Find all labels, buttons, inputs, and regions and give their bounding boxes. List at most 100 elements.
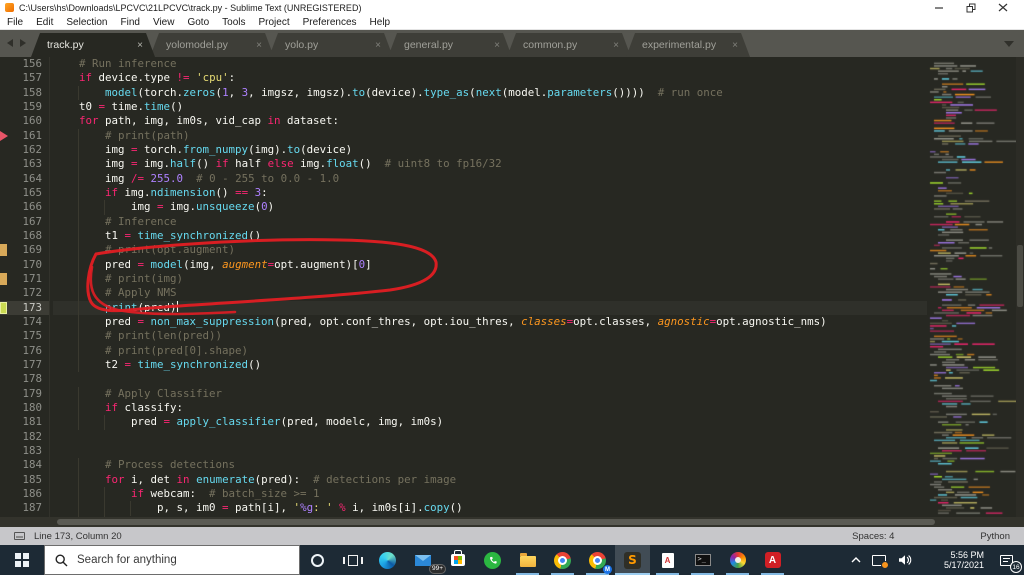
line-number-164[interactable]: 164 [0,172,49,186]
taskbar-chrome-button[interactable] [545,545,580,575]
line-number-176[interactable]: 176 [0,344,49,358]
tab-common-py[interactable]: common.py × [507,33,631,57]
minimap[interactable] [927,57,1016,517]
line-number-169[interactable]: 169 [0,243,49,257]
tab-overflow-dropdown-icon[interactable] [1004,41,1014,47]
tray-show-hidden-icons[interactable] [846,545,866,575]
code-area[interactable]: # Run inference if device.type != 'cpu': m… [51,57,927,517]
code-line-181[interactable]: pred = apply_classifier(pred, modelc, im… [53,415,927,430]
code-line-161[interactable]: # print(path) [53,128,927,143]
close-button[interactable] [987,0,1019,15]
menu-selection[interactable]: Selection [66,17,107,28]
vintage-mode-icon[interactable] [14,532,25,540]
line-number-157[interactable]: 157 [0,71,49,85]
line-number-184[interactable]: 184 [0,458,49,472]
vertical-scrollbar-thumb[interactable] [1017,245,1023,307]
code-line-158[interactable]: model(torch.zeros(1, 3, imgsz, imgsz).to… [53,85,927,100]
code-line-178[interactable] [53,372,927,386]
tab-close-icon[interactable]: × [250,40,262,51]
line-number-160[interactable]: 160 [0,114,49,128]
line-number-170[interactable]: 170 [0,258,49,272]
taskbar-document-viewer-button[interactable]: A [650,545,685,575]
line-number-174[interactable]: 174 [0,315,49,329]
line-number-179[interactable]: 179 [0,387,49,401]
line-number-183[interactable]: 183 [0,444,49,458]
tab-track-py[interactable]: track.py × [31,33,155,57]
vertical-scrollbar[interactable] [1016,57,1024,517]
code-line-174[interactable]: pred = non_max_suppression(pred, opt.con… [53,314,927,330]
code-line-172[interactable]: # Apply NMS [53,286,927,301]
taskbar-mail-button[interactable]: 99+ [405,545,446,575]
menu-find[interactable]: Find [121,17,140,28]
code-line-184[interactable]: # Process detections [53,458,927,473]
line-number-185[interactable]: 185 [0,473,49,487]
line-number-187[interactable]: 187 [0,501,49,515]
code-line-180[interactable]: if classify: [53,400,927,416]
taskbar-paint-button[interactable] [720,545,755,575]
line-number-182[interactable]: 182 [0,430,49,444]
code-line-185[interactable]: for i, det in enumerate(pred): # detecti… [53,472,927,487]
line-number-171[interactable]: 171 [0,272,49,286]
taskbar-sublime-text-button[interactable]: S [615,545,650,575]
code-line-171[interactable]: # print(img) [53,271,927,287]
code-line-170[interactable]: pred = model(img, augment=opt.augment)[0… [53,257,927,272]
line-number-165[interactable]: 165 [0,186,49,200]
taskbar-acrobat-button[interactable]: A [755,545,790,575]
tab-general-py[interactable]: general.py × [388,33,512,57]
line-number-168[interactable]: 168 [0,229,49,243]
taskbar-file-explorer-button[interactable] [510,545,545,575]
restore-button[interactable] [955,0,987,15]
cursor-position-label[interactable]: Line 173, Column 20 [34,531,122,542]
line-number-180[interactable]: 180 [0,401,49,415]
taskbar-whatsapp-button[interactable] [475,545,510,575]
menu-view[interactable]: View [153,17,175,28]
menu-goto[interactable]: Goto [187,17,209,28]
line-number-158[interactable]: 158 [0,86,49,100]
tab-close-icon[interactable]: × [131,40,143,51]
line-number-175[interactable]: 175 [0,329,49,343]
tray-clock[interactable]: 5:56 PM 5/17/2021 [918,545,988,575]
code-line-167[interactable]: # Inference [53,214,927,229]
line-number-177[interactable]: 177 [0,358,49,372]
indentation-setting[interactable]: Spaces: 4 [852,531,894,542]
syntax-setting[interactable]: Python [980,531,1010,542]
menu-file[interactable]: File [7,17,23,28]
taskbar-edge-button[interactable] [370,545,405,575]
code-line-187[interactable]: p, s, im0 = path[i], '%g: ' % i, im0s[i]… [53,501,927,516]
taskbar-task-view-button[interactable] [335,545,370,575]
taskbar-chrome-gmail-button[interactable]: M [580,545,615,575]
code-line-166[interactable]: img = img.unsqueeze(0) [53,200,927,215]
tab-experimental-py[interactable]: experimental.py × [626,33,750,57]
code-line-179[interactable]: # Apply Classifier [53,386,927,401]
line-number-156[interactable]: 156 [0,57,49,71]
tab-close-icon[interactable]: × [488,40,500,51]
code-line-159[interactable]: t0 = time.time() [53,100,927,114]
line-number-166[interactable]: 166 [0,200,49,214]
code-line-163[interactable]: img = img.half() if half else img.float(… [53,157,927,172]
tab-yolo-py[interactable]: yolo.py × [269,33,393,57]
code-line-156[interactable]: # Run inference [53,57,927,71]
taskbar-command-prompt-button[interactable]: >_ [685,545,720,575]
tab-close-icon[interactable]: × [726,40,738,51]
tab-close-icon[interactable]: × [369,40,381,51]
taskbar-search[interactable] [44,545,300,575]
line-number-162[interactable]: 162 [0,143,49,157]
code-line-186[interactable]: if webcam: # batch_size >= 1 [53,486,927,502]
code-line-175[interactable]: # print(len(pred)) [53,329,927,344]
menu-edit[interactable]: Edit [36,17,53,28]
taskbar-cortana-button[interactable] [300,545,335,575]
menu-preferences[interactable]: Preferences [303,17,357,28]
start-button[interactable] [0,545,44,575]
tab-yolomodel-py[interactable]: yolomodel.py × [150,33,274,57]
line-number-186[interactable]: 186 [0,487,49,501]
line-number-172[interactable]: 172 [0,286,49,300]
line-number-178[interactable]: 178 [0,372,49,386]
tray-device-status[interactable] [866,545,892,575]
tab-close-icon[interactable]: × [607,40,619,51]
tray-action-center[interactable]: 16 [988,545,1024,575]
code-line-169[interactable]: # print(opt.augment) [53,243,927,258]
search-input[interactable] [45,553,299,567]
line-number-167[interactable]: 167 [0,215,49,229]
code-line-165[interactable]: if img.ndimension() == 3: [53,185,927,201]
line-number-163[interactable]: 163 [0,157,49,171]
